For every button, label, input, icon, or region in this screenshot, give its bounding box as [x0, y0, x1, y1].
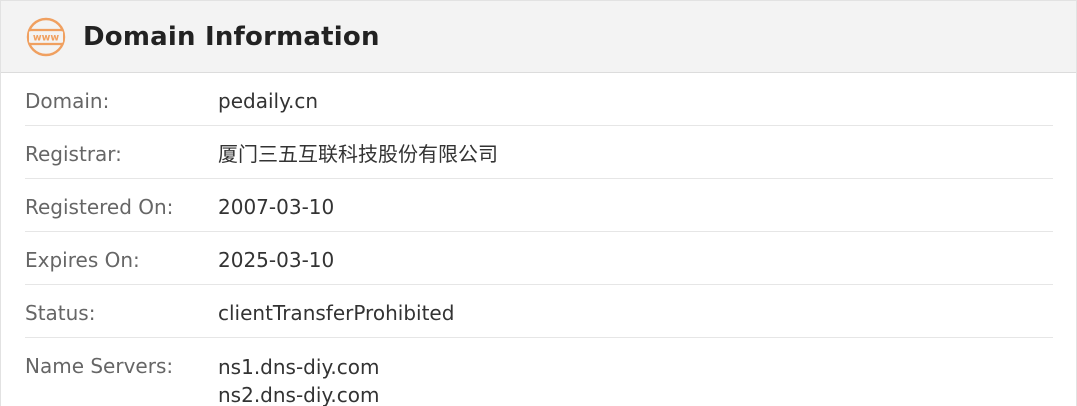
domain-label: Domain: [25, 89, 110, 113]
info-row-domain: Domain: pedaily.cn [25, 73, 1053, 126]
name-servers-value: ns1.dns-diy.com ns2.dns-diy.com [218, 353, 380, 406]
domain-info-list: Domain: pedaily.cn Registrar: 厦门三五互联科技股份… [1, 73, 1076, 406]
registrar-label: Registrar: [25, 142, 122, 166]
info-row-name-servers: Name Servers: ns1.dns-diy.com ns2.dns-di… [25, 338, 1053, 406]
card-header: www Domain Information [1, 1, 1076, 73]
name-server-2: ns2.dns-diy.com [218, 383, 380, 406]
expires-on-value: 2025-03-10 [218, 248, 335, 272]
registrar-value: 厦门三五互联科技股份有限公司 [218, 142, 498, 166]
registered-on-label: Registered On: [25, 195, 174, 219]
www-globe-icon: www [26, 17, 66, 57]
info-row-expires-on: Expires On: 2025-03-10 [25, 232, 1053, 285]
name-servers-label: Name Servers: [25, 354, 174, 378]
status-label: Status: [25, 301, 96, 325]
info-row-registrar: Registrar: 厦门三五互联科技股份有限公司 [25, 126, 1053, 179]
name-server-1: ns1.dns-diy.com [218, 355, 380, 379]
info-row-status: Status: clientTransferProhibited [25, 285, 1053, 338]
expires-on-label: Expires On: [25, 248, 140, 272]
page-title: Domain Information [83, 21, 380, 52]
info-row-registered-on: Registered On: 2007-03-10 [25, 179, 1053, 232]
svg-text:www: www [33, 32, 60, 43]
status-value: clientTransferProhibited [218, 301, 455, 325]
domain-information-card: www Domain Information Domain: pedaily.c… [0, 0, 1077, 406]
domain-value: pedaily.cn [218, 89, 319, 113]
registered-on-value: 2007-03-10 [218, 195, 335, 219]
